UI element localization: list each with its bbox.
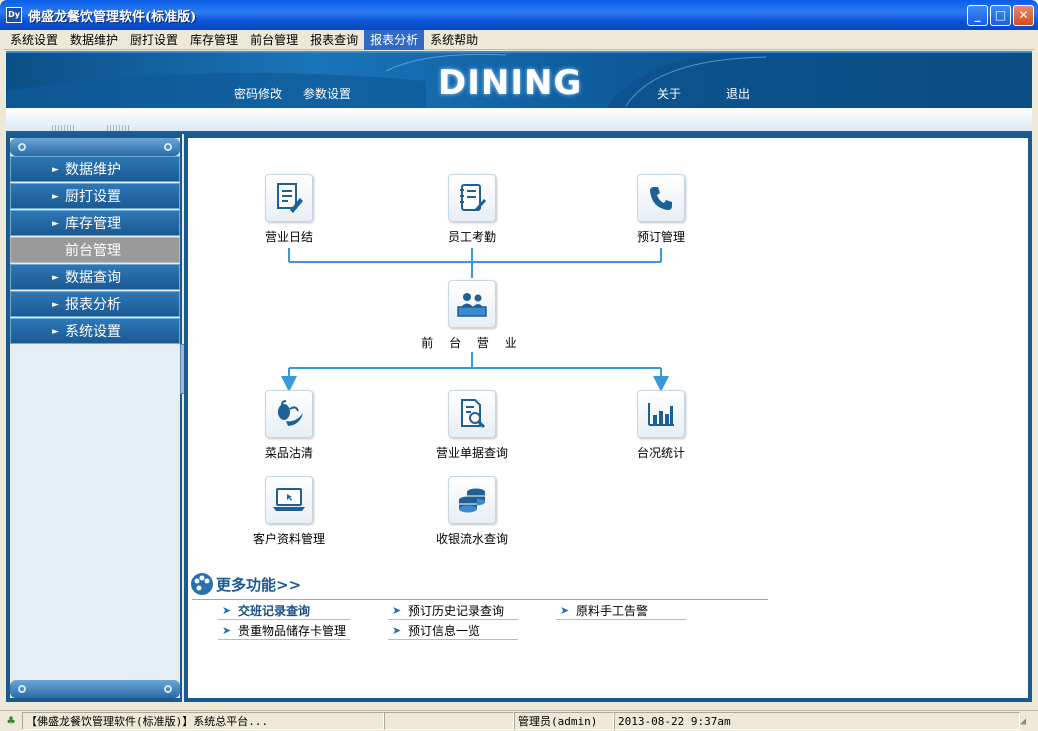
pepper-icon: [265, 390, 313, 438]
table-stats-label: 台况统计: [636, 446, 685, 460]
menu-help[interactable]: 系统帮助: [424, 30, 484, 50]
menu-report-query[interactable]: 报表查询: [304, 30, 364, 50]
header-banner: 密码修改 参数设置 DINING 关于 退出: [6, 51, 1032, 108]
sidebar-item-data-maintenance[interactable]: ► 数据维护: [10, 156, 180, 182]
workflow-area: 营业日结 员工考勤 预订管理 前 台 营 业 菜品沽清 营业单据查询 台况统计 …: [188, 138, 1028, 698]
menu-inventory[interactable]: 库存管理: [184, 30, 244, 50]
title-bar: Dy 佛盛龙餐饮管理软件(标准版) _ □ ✕: [0, 0, 1038, 30]
divider: [192, 599, 768, 600]
bar-chart-icon: [637, 390, 685, 438]
sidebar-item-inventory[interactable]: ► 库存管理: [10, 210, 180, 236]
laptop-icon: [265, 476, 313, 524]
sidebar: ► 数据维护 ► 厨打设置 ► 库存管理 前台管理 ► 数据查询 ► 报表分析 ► 系统设置: [6, 134, 182, 702]
table-stats-node[interactable]: 台况统计: [601, 390, 721, 461]
sidebar-top-cap: [10, 138, 180, 156]
coins-icon: [448, 476, 496, 524]
sidebar-item-report-analysis[interactable]: ► 报表分析: [10, 291, 180, 317]
checklist-icon: [448, 174, 496, 222]
menu-data-maintenance[interactable]: 数据维护: [64, 30, 124, 50]
reservation-node[interactable]: 预订管理: [601, 174, 721, 245]
triangle-right-icon: ►: [52, 219, 59, 229]
reservation-label: 预订管理: [636, 230, 685, 244]
status-datetime: 2013-08-22 9:37am: [614, 712, 1020, 730]
phone-icon: [637, 174, 685, 222]
status-blank: [384, 712, 514, 730]
about-link[interactable]: 关于: [657, 85, 681, 102]
dish-clearance-node[interactable]: 菜品沽清: [229, 390, 349, 461]
front-business-node[interactable]: 前 台 营 业: [412, 280, 532, 351]
menu-report-analysis[interactable]: 报表分析: [364, 29, 425, 50]
customer-label: 客户资料管理: [252, 532, 325, 546]
dining-logo: DINING: [438, 63, 583, 103]
arrow-icon: ➤: [222, 604, 232, 617]
triangle-right-icon: ►: [52, 300, 59, 310]
toolbar-strip: [6, 108, 1032, 134]
sidebar-item-kitchen-print[interactable]: ► 厨打设置: [10, 183, 180, 209]
minimize-button[interactable]: _: [967, 5, 988, 26]
palm-tree-icon: ♣: [7, 713, 15, 729]
triangle-right-icon: ►: [52, 192, 59, 202]
app-icon: Dy: [6, 7, 22, 23]
triangle-right-icon: ►: [52, 273, 59, 283]
triangle-right-icon: ►: [52, 327, 59, 337]
sidebar-item-system-settings[interactable]: ► 系统设置: [10, 318, 180, 344]
daily-close-label: 营业日结: [264, 230, 313, 244]
close-button[interactable]: ✕: [1013, 5, 1034, 26]
sidebar-item-data-query[interactable]: ► 数据查询: [10, 264, 180, 290]
menu-front-desk[interactable]: 前台管理: [244, 30, 304, 50]
front-business-label: 前 台 营 业: [421, 336, 523, 350]
attendance-node[interactable]: 员工考勤: [412, 174, 532, 245]
front-desk-icon: [448, 280, 496, 328]
resize-grip-icon[interactable]: ◢: [1020, 716, 1034, 727]
arrow-icon: ➤: [560, 604, 570, 617]
customer-node[interactable]: 客户资料管理: [229, 476, 349, 547]
shift-record-query-link[interactable]: ➤ 交班记录查询: [218, 602, 350, 620]
triangle-right-icon: ►: [52, 165, 59, 175]
menu-bar: 系统设置 数据维护 厨打设置 库存管理 前台管理 报表查询 报表分析 系统帮助: [4, 29, 1034, 50]
status-app-info: 【佛盛龙餐饮管理软件(标准版)】系统总平台...: [22, 712, 384, 730]
grip-decoration: [107, 125, 131, 131]
bill-query-label: 营业单据查询: [435, 446, 508, 460]
document-search-icon: [448, 390, 496, 438]
attendance-label: 员工考勤: [447, 230, 496, 244]
valuables-card-link[interactable]: ➤ 贵重物品储存卡管理: [218, 622, 350, 640]
maximize-button[interactable]: □: [990, 5, 1011, 26]
arrow-icon: ➤: [392, 604, 402, 617]
status-user: 管理员(admin): [514, 712, 614, 730]
cash-flow-label: 收银流水查询: [435, 532, 508, 546]
arrow-icon: ➤: [222, 624, 232, 637]
document-edit-icon: [265, 174, 313, 222]
more-functions-title: 更多功能>>: [216, 575, 302, 594]
daily-close-node[interactable]: 营业日结: [229, 174, 349, 245]
status-bar: ♣ 【佛盛龙餐饮管理软件(标准版)】系统总平台... 管理员(admin) 20…: [0, 710, 1038, 731]
password-change-link[interactable]: 密码修改: [234, 85, 282, 102]
reservation-history-link[interactable]: ➤ 预订历史记录查询: [388, 602, 518, 620]
dish-clearance-label: 菜品沽清: [264, 446, 313, 460]
material-alert-link[interactable]: ➤ 原料手工告警: [556, 602, 686, 620]
arrow-icon: ➤: [392, 624, 402, 637]
palette-icon: [191, 573, 213, 595]
cash-flow-node[interactable]: 收银流水查询: [412, 476, 532, 547]
reservation-overview-link[interactable]: ➤ 预订信息一览: [388, 622, 518, 640]
exit-link[interactable]: 退出: [726, 85, 750, 102]
grip-decoration: [52, 125, 76, 131]
window-title: 佛盛龙餐饮管理软件(标准版): [28, 9, 197, 25]
sidebar-item-front-desk[interactable]: 前台管理: [10, 237, 180, 263]
menu-system-settings[interactable]: 系统设置: [4, 30, 64, 50]
main-panel: 营业日结 员工考勤 预订管理 前 台 营 业 菜品沽清 营业单据查询 台况统计 …: [184, 134, 1032, 702]
sidebar-menu: ► 数据维护 ► 厨打设置 ► 库存管理 前台管理 ► 数据查询 ► 报表分析 ► 系统设置: [10, 156, 180, 345]
bill-query-node[interactable]: 营业单据查询: [412, 390, 532, 461]
parameter-settings-link[interactable]: 参数设置: [303, 85, 351, 102]
sidebar-bottom-cap: [10, 680, 180, 698]
menu-kitchen-print[interactable]: 厨打设置: [124, 30, 184, 50]
more-functions-header: 更多功能>>: [190, 572, 301, 596]
